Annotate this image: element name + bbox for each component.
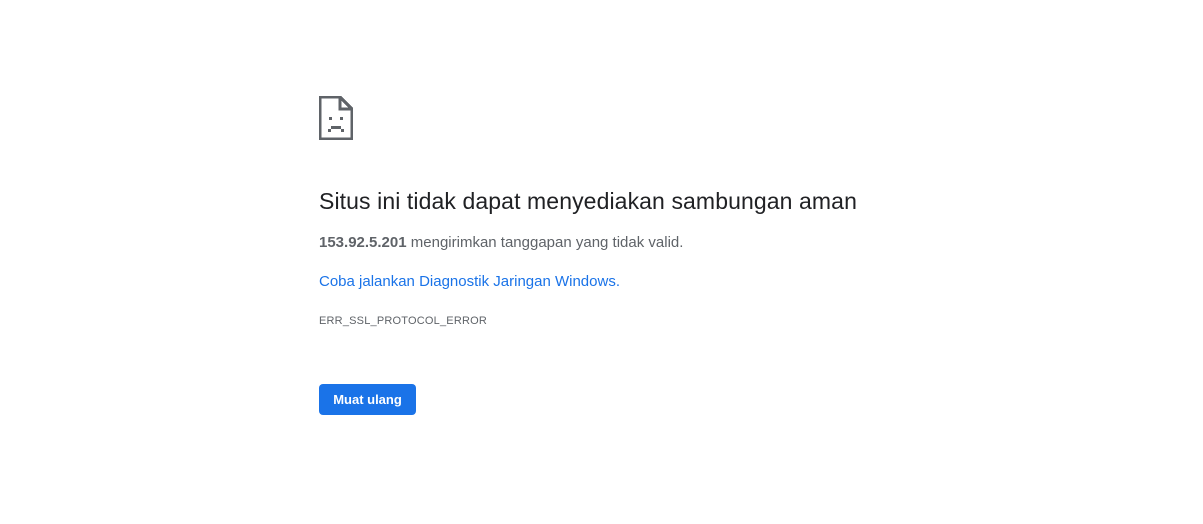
error-summary: 153.92.5.201 mengirimkan tanggapan yang …	[319, 234, 683, 251]
reload-button[interactable]: Muat ulang	[319, 384, 416, 415]
error-page-content: Situs ini tidak dapat menyediakan sambun…	[319, 96, 959, 415]
network-diagnostics-link[interactable]: Coba jalankan Diagnostik Jaringan Window…	[319, 273, 620, 290]
host-address: 153.92.5.201	[319, 234, 407, 251]
error-code: ERR_SSL_PROTOCOL_ERROR	[319, 315, 488, 327]
error-message: mengirimkan tanggapan yang tidak valid.	[406, 234, 684, 251]
page-title: Situs ini tidak dapat menyediakan sambun…	[319, 188, 857, 214]
sad-document-icon	[319, 96, 959, 140]
